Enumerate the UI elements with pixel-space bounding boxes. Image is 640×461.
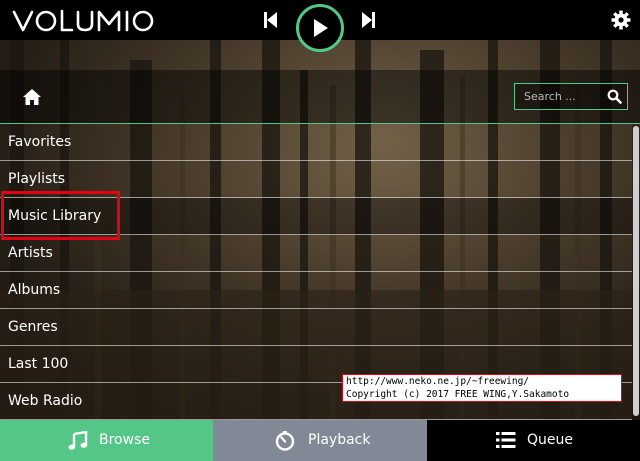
bottom-tab-bar: Browse Playback Queue	[0, 420, 640, 461]
top-bar	[0, 0, 640, 52]
transport-controls	[262, 0, 382, 52]
browse-header	[0, 70, 640, 124]
tab-queue[interactable]: Queue	[427, 420, 640, 461]
home-icon	[23, 89, 41, 105]
browse-item-artists[interactable]: Artists	[0, 235, 632, 272]
browse-item-label: Music Library	[8, 208, 102, 224]
browse-item-label: Genres	[8, 319, 58, 335]
list-icon	[496, 432, 516, 448]
skip-previous-icon	[264, 12, 277, 28]
browse-item-genres[interactable]: Genres	[0, 309, 632, 346]
scrollbar-thumb[interactable]	[633, 126, 639, 416]
music-note-icon	[68, 431, 88, 450]
scrollbar[interactable]	[632, 124, 640, 420]
skip-next-icon	[362, 12, 375, 28]
clock-dial-icon	[275, 431, 295, 451]
browse-item-label: Albums	[8, 282, 61, 298]
tab-playback[interactable]: Playback	[213, 420, 427, 461]
play-icon	[314, 19, 328, 37]
volumio-logo	[12, 9, 154, 32]
browse-item-label: Artists	[8, 245, 53, 261]
watermark-copyright: Copyright (c) 2017 FREE WING,Y.Sakamoto	[346, 389, 570, 400]
tab-queue-label: Queue	[527, 432, 573, 448]
tab-playback-label: Playback	[308, 432, 371, 448]
previous-track-button[interactable]	[263, 11, 279, 29]
browse-item-albums[interactable]: Albums	[0, 272, 632, 309]
browse-item-label: Last 100	[8, 356, 69, 372]
next-track-button[interactable]	[360, 11, 376, 29]
home-button[interactable]	[22, 88, 42, 106]
browse-item-playlists[interactable]: Playlists	[0, 161, 632, 198]
copyright-watermark: http://www.neko.ne.jp/~freewing/ Copyrig…	[342, 374, 622, 402]
browse-item-favorites[interactable]: Favorites	[0, 124, 632, 161]
browse-item-music-library[interactable]: Music Library	[0, 198, 632, 235]
tab-browse[interactable]: Browse	[0, 420, 213, 461]
browse-item-label: Favorites	[8, 134, 72, 150]
tab-browse-label: Browse	[99, 432, 150, 448]
gear-icon	[611, 10, 631, 30]
settings-button[interactable]	[611, 10, 631, 30]
search-box	[514, 83, 628, 110]
browse-item-label: Web Radio	[8, 393, 83, 409]
watermark-url: http://www.neko.ne.jp/~freewing/	[346, 376, 530, 387]
browse-item-label: Playlists	[8, 171, 66, 187]
search-input[interactable]	[515, 84, 603, 109]
play-button[interactable]	[296, 4, 344, 52]
search-icon[interactable]	[607, 89, 622, 104]
